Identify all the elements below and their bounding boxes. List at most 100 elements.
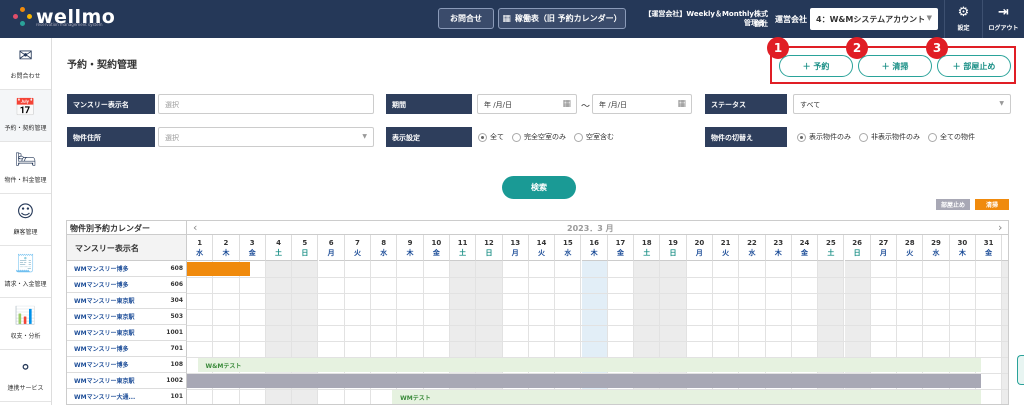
sidebar-item-label: 収支・分析: [10, 333, 41, 340]
operator-select[interactable]: 4：W&Mシステムアカウント ▼: [810, 8, 938, 30]
day-number: 11: [457, 239, 468, 247]
monthly-name-input[interactable]: 選択: [158, 94, 374, 114]
calendar-row[interactable]: WMマンスリー博多 108: [67, 357, 187, 373]
radio-visible-only[interactable]: 表示物件のみ: [797, 132, 851, 142]
display-setting-label: 表示設定: [386, 127, 472, 147]
reservation-bar[interactable]: W&Mテスト: [197, 358, 982, 372]
weekday: 土: [1002, 248, 1008, 258]
cleaning-bar[interactable]: [187, 262, 251, 276]
status-label: ステータス: [705, 94, 787, 114]
month-label: 2023．3 月: [567, 224, 614, 233]
calendar-row[interactable]: WMマンスリー東京駅 1002: [67, 373, 187, 389]
property-name[interactable]: WMマンスリー博多: [74, 360, 128, 369]
search-button[interactable]: 検索: [502, 176, 576, 199]
radio-fully-vacant[interactable]: 完全空室のみ: [512, 132, 566, 142]
add-cleaning-button[interactable]: ＋ 清掃: [858, 55, 932, 77]
next-month-arrow-icon[interactable]: ›: [998, 221, 1002, 234]
sidebar-item-property[interactable]: 🛏 物件・料金管理: [0, 142, 51, 194]
radio-label: 全て: [490, 133, 504, 141]
room-stop-bar[interactable]: [187, 374, 982, 388]
operator-label: 運営会社: [775, 15, 807, 24]
calendar-row[interactable]: WMマンスリー博多 701: [67, 341, 187, 357]
status-select[interactable]: すべて ▼: [793, 94, 1011, 114]
calendar-row[interactable]: WMマンスリー博多 608: [67, 261, 187, 277]
weekday: 日: [485, 249, 493, 257]
invoice-yen-icon: 🧾: [14, 254, 37, 274]
weekday: 木: [222, 249, 230, 257]
calendar-row[interactable]: WMマンスリー東京駅 1001: [67, 325, 187, 341]
day-number: 18: [641, 239, 652, 247]
radio-all[interactable]: 全て: [478, 132, 504, 142]
day-number: 22: [747, 239, 757, 247]
day-number: 4: [276, 239, 281, 247]
sidebar-item-label: 物件・料金管理: [4, 177, 47, 184]
day-header: 21 火: [713, 235, 740, 261]
logout-button[interactable]: ⇥ ログアウト: [982, 0, 1024, 38]
logout-label: ログアウト: [988, 25, 1019, 32]
day-number: 25: [825, 239, 836, 247]
radio-all-properties[interactable]: 全ての物件: [928, 132, 975, 142]
day-column[interactable]: [1002, 261, 1008, 404]
prev-month-arrow-icon[interactable]: ‹: [193, 221, 197, 234]
sidebar: ✉ お問合わせ 📅 予約・契約管理 🛏 物件・料金管理 ☺ 顧客管理 🧾 請求・…: [0, 38, 52, 405]
weekday: 金: [801, 249, 809, 257]
property-name[interactable]: WMマンスリー博多: [74, 280, 128, 289]
day-number: 16: [589, 239, 600, 247]
property-name[interactable]: WMマンスリー博多: [74, 264, 128, 273]
day-header: 12 日: [476, 235, 503, 261]
property-name[interactable]: WMマンスリー東京駅: [74, 296, 134, 305]
property-name[interactable]: WMマンスリー博多: [74, 344, 128, 353]
day-header: 30 木: [949, 235, 976, 261]
property-address-select[interactable]: 選択 ▼: [158, 127, 374, 147]
room-number: 1001: [166, 329, 183, 336]
radio-include-vacant[interactable]: 空室含む: [574, 132, 614, 142]
radio-hidden-only[interactable]: 非表示物件のみ: [859, 132, 920, 142]
weekday: 月: [327, 249, 335, 257]
calendar-row[interactable]: WMマンスリー東京駅 503: [67, 309, 187, 325]
sidebar-item-customer[interactable]: ☺ 顧客管理: [0, 194, 51, 246]
sidebar-item-label: お問合わせ: [10, 73, 41, 80]
property-name[interactable]: WMマンスリー大通...: [74, 392, 135, 401]
property-name[interactable]: WMマンスリー東京駅: [74, 376, 134, 385]
sidebar-item-billing[interactable]: 🧾 請求・入金管理: [0, 246, 51, 298]
sidebar-item-inquiry[interactable]: ✉ お問合わせ: [0, 38, 51, 90]
reservation-bar[interactable]: WMテスト: [392, 390, 982, 404]
period-to-input[interactable]: 年 /月/日 ▦: [592, 94, 692, 114]
property-calendar: 物件別予約カレンダー マンスリー表示名 WMマンスリー博多 608 WMマンスリー博…: [66, 220, 1009, 405]
day-number: 17: [615, 239, 626, 247]
period-from-input[interactable]: 年 /月/日 ▦: [477, 94, 577, 114]
sidebar-item-reservation[interactable]: 📅 予約・契約管理: [0, 90, 51, 142]
calendar-icon: ▦: [677, 99, 686, 109]
chevron-down-icon: ▼: [926, 14, 932, 22]
operation-calendar-button[interactable]: ▦ 稼働表（旧 予約カレンダー）: [498, 8, 626, 29]
legend-cleaning: 清掃: [975, 199, 1009, 210]
day-header: 18 土: [634, 235, 661, 261]
property-name[interactable]: WMマンスリー東京駅: [74, 312, 134, 321]
day-header: 27 月: [870, 235, 898, 261]
sidebar-item-analysis[interactable]: 📊 収支・分析: [0, 298, 51, 350]
property-name[interactable]: WMマンスリー東京駅: [74, 328, 134, 337]
bed-icon: 🛏: [14, 150, 37, 170]
calendar-icon: ▦: [562, 99, 571, 109]
day-header: 3金: [239, 235, 266, 261]
calendar-row[interactable]: WMマンスリー東京駅 304: [67, 293, 187, 309]
logo-dots-icon: [12, 6, 34, 28]
add-room-stop-button[interactable]: ＋ 部屋止め: [937, 55, 1011, 77]
day-number: 14: [536, 239, 547, 247]
day-number: 23: [773, 239, 784, 247]
add-reservation-button[interactable]: ＋ 予約: [779, 55, 853, 77]
side-drawer-tab[interactable]: [1017, 355, 1024, 385]
calendar-row[interactable]: WMマンスリー大通... 101: [67, 389, 187, 404]
day-header: 16 木: [581, 235, 608, 261]
weekday: 月: [511, 249, 519, 257]
inquiry-button[interactable]: お問合せ: [438, 8, 494, 29]
calendar-row[interactable]: WMマンスリー博多 606: [67, 277, 187, 293]
sidebar-item-integration[interactable]: ⚬ 連携サービス: [0, 350, 51, 402]
settings-button[interactable]: ⚙ 設定: [944, 0, 982, 38]
row-divider: [187, 309, 1008, 310]
logo-subtitle: reservation management system: [36, 22, 103, 27]
day-header: 26 日: [844, 235, 871, 261]
display-setting-radios: 全て 完全空室のみ 空室含む: [478, 132, 614, 142]
day-header: 8水: [371, 235, 398, 261]
day-number: 13: [510, 239, 521, 247]
